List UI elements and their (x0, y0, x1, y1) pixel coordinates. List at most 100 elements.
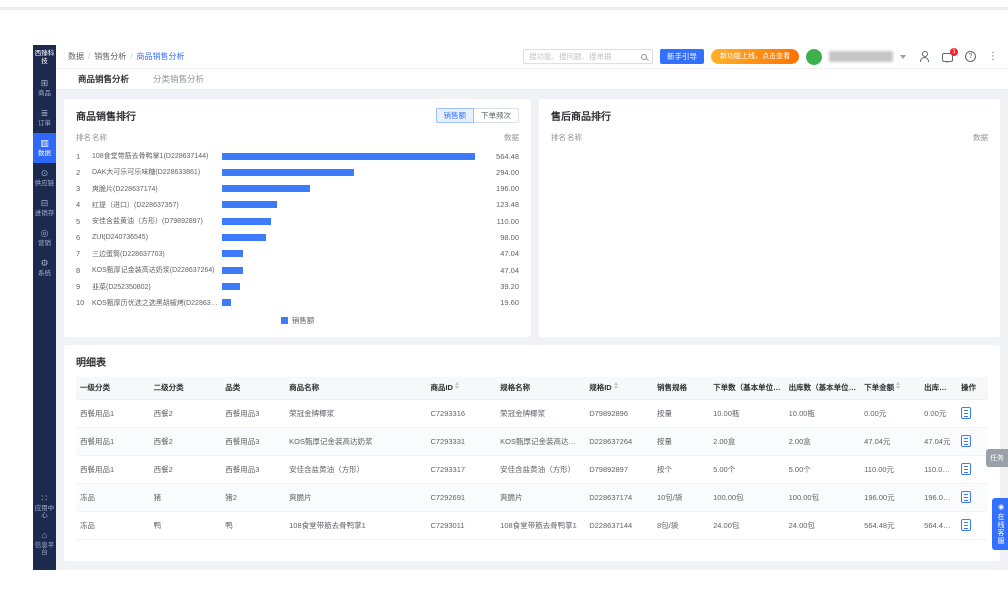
table-cell: 安佳含盐黄油（方形） (285, 455, 427, 484)
chain-icon: ⊙ (40, 168, 49, 179)
table-cell: 荣冠金牌椰浆 (285, 399, 427, 428)
toggle-1[interactable]: 下单频次 (474, 108, 519, 123)
column-header[interactable]: 出库数（基本单位） (784, 377, 861, 400)
table-row: 西餐用品1 西餐2 西餐用品3 荣冠金牌椰浆 C7293316 荣冠金牌椰浆 D798928… (76, 399, 988, 428)
column-header[interactable]: 下单数（基本单位） (709, 377, 785, 400)
tab-0[interactable]: 商品销售分析 (68, 73, 139, 85)
value-column-label: 数据 (504, 133, 519, 142)
tab-1[interactable]: 分类销售分析 (143, 73, 214, 85)
column-header[interactable]: 商品ID (426, 377, 497, 400)
sidebar-item-goods[interactable]: ⊞ 商品 (33, 73, 56, 103)
table-cell: C7292691 (426, 483, 497, 512)
sidebar-item-inventory[interactable]: ⊟ 进销存 (33, 193, 56, 223)
detail-table-body: 西餐用品1 西餐2 西餐用品3 荣冠金牌椰浆 C7293316 荣冠金牌椰浆 D798928… (76, 399, 988, 540)
sales-chart-rows: 1 108食堂带筋去骨鸭掌1(D228637144) 564.48 2 DAK大可乐可乐… (76, 149, 519, 310)
column-header[interactable]: 下单金额 (860, 377, 921, 400)
export-detail-icon[interactable] (960, 519, 971, 531)
chart-bar (222, 185, 310, 193)
table-cell: 108食堂带筋去骨鸭掌1 (285, 511, 427, 540)
chart-bar (222, 266, 244, 274)
chart-rank: 7 (76, 249, 81, 259)
sidebar-item-system[interactable]: ⚙ 系统 (33, 253, 56, 283)
sidebar-item-data[interactable]: ▥ 数据 (33, 133, 56, 164)
chart-item-name: ZUI(D240736545) (92, 234, 149, 242)
customer-service-label: 在线客服 (997, 513, 1004, 545)
customer-service-floating-tab[interactable]: ◉ 在线客服 (992, 498, 1008, 550)
export-detail-icon[interactable] (960, 463, 971, 475)
customer-service-icon[interactable] (919, 51, 930, 62)
chart-bar-zone (222, 299, 475, 307)
notification-badge: 1 (950, 47, 958, 56)
action-cell (956, 455, 988, 484)
sidebar-menu-bottom: ∷ 应用中心 ⌂ 信息平台 (33, 488, 56, 562)
table-cell: 10.00瓶 (709, 399, 785, 428)
task-floating-tab[interactable]: 任务 (986, 449, 1008, 467)
promo-button[interactable]: 新功能上线，点击查看 (711, 49, 799, 64)
column-header[interactable]: 出库金额 (920, 377, 957, 400)
table-cell: 100.00包 (709, 483, 785, 512)
search-icon[interactable] (641, 53, 647, 60)
column-header[interactable]: 规格ID (585, 377, 653, 400)
chart-rank: 6 (76, 233, 81, 243)
rank-column-label: 排名 (76, 133, 91, 142)
table-cell: 5.00个 (784, 455, 861, 484)
breadcrumb-item[interactable]: 销售分析 (94, 51, 126, 62)
detail-table-wrap[interactable]: 一级分类 二级分类 品类 商品名称 商品ID 规格名称 规格ID 销售规格 下单数（基本单位）出… (76, 377, 988, 561)
table-cell: 564.48元 (920, 511, 957, 540)
tag-icon: ◎ (40, 228, 49, 239)
sidebar-item-label: 信息平台 (34, 542, 55, 556)
sidebar-menu-top: ⊞ 商品 ≣ 订单 ▥ 数据 ⊙ 供应链 ⊟ 进销存 ◎ 营销 ⚙ 系统 (33, 73, 56, 283)
table-cell: 鸭 (149, 511, 222, 540)
sidebar-item-info-platform[interactable]: ⌂ 信息平台 (33, 525, 56, 562)
legend-swatch (280, 317, 288, 324)
sidebar-item-label: 应用中心 (34, 505, 55, 519)
table-cell: KOS甄厚记金装高达奶浆 (285, 427, 427, 456)
sidebar-item-marketing[interactable]: ◎ 营销 (33, 223, 56, 253)
chevron-down-icon[interactable] (900, 54, 906, 59)
help-icon[interactable] (965, 51, 976, 62)
table-cell: C7293011 (426, 511, 497, 540)
chart-row: 2 DAK大可乐可乐味糖(D228633861) 294.00 (76, 165, 519, 179)
chart-item-name: 红提（进口）(D228637357) (92, 201, 179, 209)
toggle-0[interactable]: 销售额 (435, 108, 474, 123)
breadcrumb-item: 商品销售分析 (136, 52, 185, 61)
sidebar-item-orders[interactable]: ≣ 订单 (33, 103, 56, 133)
sort-icon[interactable] (454, 382, 459, 390)
export-detail-icon[interactable] (960, 407, 971, 419)
table-cell: 110.00元 (860, 455, 921, 484)
export-detail-icon[interactable] (960, 491, 971, 503)
message-icon[interactable]: 1 (942, 47, 958, 63)
breadcrumb-item[interactable]: 数据 (68, 51, 84, 62)
sidebar-item-app-center[interactable]: ∷ 应用中心 (33, 488, 56, 525)
more-icon[interactable] (988, 51, 998, 62)
account-name-blurred[interactable] (829, 51, 893, 62)
chart-item-name: DAK大可乐可乐味糖(D228633861) (92, 169, 201, 177)
chart-value: 294.00 (496, 167, 519, 177)
sort-icon[interactable] (896, 382, 901, 390)
chart-value: 47.04 (500, 265, 519, 275)
sidebar-item-supply-chain[interactable]: ⊙ 供应链 (33, 163, 56, 193)
aftersales-ranking-panel: 售后商品排行 排名 名称 数据 (539, 99, 1000, 337)
guide-button[interactable]: 新手引导 (660, 49, 704, 64)
table-cell: 西餐用品1 (76, 427, 150, 456)
sort-icon[interactable] (782, 382, 785, 390)
sort-icon[interactable] (956, 382, 957, 390)
export-detail-icon[interactable] (960, 435, 971, 447)
table-cell: 196.00元 (860, 483, 921, 512)
chart-bar (222, 299, 231, 307)
detail-table: 一级分类 二级分类 品类 商品名称 商品ID 规格名称 规格ID 销售规格 下单数（基本单位）出… (76, 377, 988, 540)
sort-icon[interactable] (858, 382, 861, 390)
action-cell (956, 399, 988, 428)
name-column-label: 名称 (567, 133, 582, 142)
table-cell: 西餐用品1 (76, 399, 150, 428)
sort-icon[interactable] (613, 382, 618, 390)
chart-legend: 销售额 (76, 315, 519, 326)
table-cell: 西餐2 (149, 455, 222, 484)
avatar[interactable] (806, 48, 822, 65)
sidebar-item-label: 供应链 (34, 180, 55, 188)
chart-value: 47.04 (500, 249, 519, 259)
search-input[interactable] (529, 52, 638, 61)
column-header: 一级分类 (76, 377, 150, 400)
sidebar-item-label: 营销 (38, 240, 51, 248)
value-column-label: 数据 (973, 133, 988, 142)
